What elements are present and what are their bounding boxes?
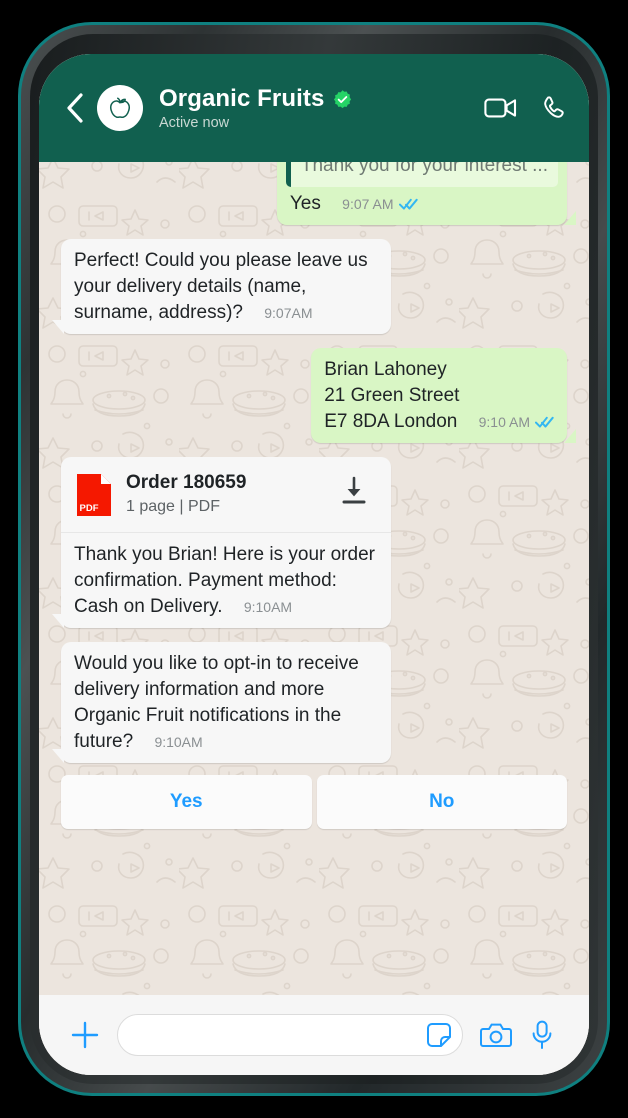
back-button[interactable] xyxy=(57,86,93,130)
message-time: 9:10AM xyxy=(154,734,203,750)
microphone-button[interactable] xyxy=(521,1020,563,1050)
download-icon xyxy=(342,476,366,503)
message-time: 9:10 AM xyxy=(478,414,530,430)
message-bubble-outgoing[interactable]: Thank you for your interest ... Yes 9:07… xyxy=(276,162,577,225)
quick-reply-no-button[interactable]: No xyxy=(316,775,567,829)
message-composer xyxy=(39,995,589,1075)
phone-icon xyxy=(544,95,564,118)
quick-reply-yes-button[interactable]: Yes xyxy=(61,775,312,829)
message-text: Perfect! Could you please leave us your … xyxy=(74,250,373,323)
phone-frame: Organic Fruits Active now Thank you for … xyxy=(18,22,610,1096)
pdf-file-icon: PDF xyxy=(77,473,111,516)
phone-bezel: Organic Fruits Active now Thank you for … xyxy=(21,25,607,1093)
phone-screen: Organic Fruits Active now Thank you for … xyxy=(39,54,589,1075)
sticker-icon xyxy=(427,1023,451,1047)
message-row: PDF Order 180659 1 page | PDF Thank you … xyxy=(52,457,567,628)
message-list: Thank you for your interest ... Yes 9:07… xyxy=(39,162,589,995)
chat-header: Organic Fruits Active now xyxy=(39,54,589,162)
verified-badge-icon xyxy=(334,89,352,108)
video-camera-icon xyxy=(484,98,517,118)
message-text: Yes xyxy=(289,193,321,214)
message-row: Brian Lahoney 21 Green Street E7 8DA Lon… xyxy=(61,348,576,443)
chevron-left-icon xyxy=(67,93,83,123)
quoted-message[interactable]: Thank you for your interest ... xyxy=(285,162,558,187)
contact-status: Active now xyxy=(159,115,230,131)
message-meta: 9:07 AM xyxy=(342,191,418,217)
camera-button[interactable] xyxy=(471,1022,521,1049)
camera-icon xyxy=(480,1023,512,1047)
document-attachment-card[interactable]: PDF Order 180659 1 page | PDF xyxy=(61,457,391,533)
phone-bezel-inner: Organic Fruits Active now Thank you for … xyxy=(30,34,598,1084)
message-text: Brian Lahoney 21 Green Street E7 8DA Lon… xyxy=(324,359,460,432)
plus-icon xyxy=(71,1021,99,1049)
message-bubble-outgoing[interactable]: Brian Lahoney 21 Green Street E7 8DA Lon… xyxy=(311,348,576,443)
avatar[interactable] xyxy=(97,85,143,131)
header-actions xyxy=(484,95,567,122)
document-title: Order 180659 xyxy=(126,472,247,493)
message-text: Would you like to opt-in to receive deli… xyxy=(74,653,365,752)
message-row: Thank you for your interest ... Yes 9:07… xyxy=(61,162,577,225)
message-row: Would you like to opt-in to receive deli… xyxy=(52,642,567,763)
message-time: 9:10AM xyxy=(243,599,293,615)
microphone-icon xyxy=(532,1020,552,1049)
sticker-button[interactable] xyxy=(426,1022,452,1048)
download-button[interactable] xyxy=(331,475,377,515)
contact-name: Organic Fruits xyxy=(159,85,325,112)
attach-button[interactable] xyxy=(61,1020,109,1050)
document-info: Order 180659 1 page | PDF xyxy=(126,471,318,518)
message-time: 9:07 AM xyxy=(342,196,394,212)
message-time: 9:07AM xyxy=(264,305,313,321)
read-receipt-double-check-icon xyxy=(398,198,418,210)
message-bubble-incoming-document[interactable]: PDF Order 180659 1 page | PDF Thank you … xyxy=(52,457,391,628)
message-meta: 9:10 AM xyxy=(479,409,554,435)
quick-reply-buttons: Yes No xyxy=(61,775,567,829)
document-caption: Thank you Brian! Here is your order conf… xyxy=(61,533,391,628)
header-contact-info[interactable]: Organic Fruits Active now xyxy=(159,85,484,131)
voice-call-button[interactable] xyxy=(540,95,567,122)
read-receipt-double-check-icon xyxy=(535,416,554,428)
message-input-wrapper[interactable] xyxy=(117,1014,463,1056)
video-call-button[interactable] xyxy=(484,96,518,120)
message-bubble-incoming[interactable]: Perfect! Could you please leave us your … xyxy=(52,239,391,334)
message-bubble-incoming[interactable]: Would you like to opt-in to receive deli… xyxy=(52,642,391,763)
message-text: Thank you Brian! Here is your order conf… xyxy=(74,544,381,617)
message-input[interactable] xyxy=(136,1025,426,1045)
apple-icon xyxy=(110,97,130,119)
svg-text:PDF: PDF xyxy=(80,503,99,514)
document-subtitle: 1 page | PDF xyxy=(126,498,220,515)
message-row: Perfect! Could you please leave us your … xyxy=(52,239,567,334)
